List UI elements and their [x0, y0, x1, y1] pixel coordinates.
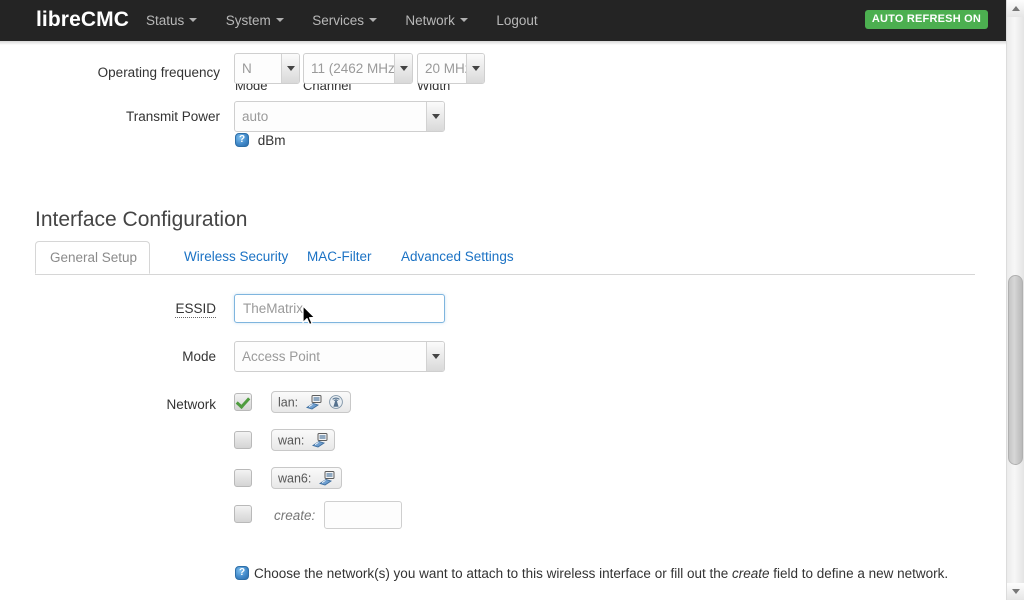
- essid-input[interactable]: TheMatrix: [234, 294, 445, 323]
- network-checkbox-create[interactable]: [234, 505, 252, 523]
- select-value: auto: [242, 109, 269, 124]
- network-checkbox-wan[interactable]: [234, 431, 252, 449]
- tab-advanced-settings[interactable]: Advanced Settings: [387, 241, 528, 274]
- chevron-down-icon: [394, 54, 412, 83]
- top-header-bar: libreCMC Status System Services Network …: [0, 0, 1006, 45]
- tab-general-setup[interactable]: General Setup: [35, 241, 150, 274]
- scrollbar-up-button[interactable]: [1007, 0, 1024, 17]
- chevron-down-icon: [275, 18, 284, 23]
- network-label: Network: [166, 397, 216, 412]
- scrollbar-down-button[interactable]: [1007, 583, 1024, 600]
- main-navigation: Status System Services Network Logout: [146, 11, 538, 33]
- essid-label: ESSID: [0, 300, 216, 318]
- network-badge-wan6[interactable]: wan6:: [271, 467, 342, 489]
- chevron-down-icon: [459, 18, 468, 23]
- brand-logo[interactable]: libreCMC: [36, 6, 129, 34]
- ethernet-icon: [318, 471, 335, 486]
- scrollbar-thumb[interactable]: [1008, 275, 1023, 465]
- hint-emphasis: create: [731, 566, 770, 581]
- essid-abbr: ESSID: [175, 301, 216, 318]
- vertical-scrollbar[interactable]: [1006, 0, 1024, 600]
- tab-wireless-security[interactable]: Wireless Security: [170, 241, 302, 274]
- chevron-down-icon: [426, 102, 444, 131]
- tab-mac-filter[interactable]: MAC-Filter: [293, 241, 386, 274]
- interface-mode-select[interactable]: Access Point: [234, 341, 445, 372]
- nav-label: Status: [146, 13, 185, 28]
- ethernet-icon: [305, 395, 322, 410]
- frequency-width-select[interactable]: 20 MHz: [417, 53, 485, 84]
- frequency-channel-select[interactable]: 11 (2462 MHz): [303, 53, 413, 84]
- auto-refresh-badge[interactable]: AUTO REFRESH ON: [864, 10, 988, 29]
- nav-item-system[interactable]: System: [226, 11, 284, 31]
- transmit-power-label: Transmit Power: [125, 109, 220, 124]
- unit-label: dBm: [257, 133, 286, 148]
- network-checkbox-lan[interactable]: [234, 393, 252, 411]
- help-question-icon[interactable]: [235, 566, 249, 580]
- page-root: libreCMC Status System Services Network …: [0, 0, 1024, 600]
- chevron-down-icon: [189, 18, 198, 23]
- network-badge-wan[interactable]: wan:: [271, 429, 335, 451]
- page-title: Interface Configuration: [35, 208, 248, 231]
- transmit-power-select[interactable]: auto: [234, 101, 445, 132]
- chevron-down-icon: [466, 54, 484, 83]
- chevron-down-icon: [426, 342, 444, 371]
- select-value: N: [242, 61, 252, 76]
- network-badge-label: lan:: [278, 395, 299, 410]
- network-checkbox-wan6[interactable]: [234, 469, 252, 487]
- nav-label: Services: [312, 13, 364, 28]
- nav-label: Network: [405, 13, 455, 28]
- network-badge-label: wan6:: [278, 471, 312, 486]
- create-network-input[interactable]: [324, 501, 402, 529]
- frequency-mode-select[interactable]: N: [234, 53, 300, 84]
- nav-item-services[interactable]: Services: [312, 11, 377, 31]
- interface-mode-label: Mode: [182, 349, 216, 364]
- create-network-label: create:: [274, 508, 316, 523]
- select-value: 20 MHz: [425, 61, 472, 76]
- hint-pre: Choose the network(s) you want to attach…: [254, 566, 732, 581]
- chevron-down-icon: [368, 18, 377, 23]
- tab-bar: General Setup Wireless Security MAC-Filt…: [35, 241, 975, 275]
- nav-item-logout[interactable]: Logout: [496, 11, 537, 31]
- network-hint-text: Choose the network(s) you want to attach…: [235, 565, 975, 583]
- operating-frequency-label: Operating frequency: [97, 65, 220, 80]
- select-value: Access Point: [242, 349, 321, 364]
- hint-post: field to define a new network.: [769, 566, 949, 581]
- chevron-down-icon: [281, 54, 299, 83]
- nav-item-status[interactable]: Status: [146, 11, 198, 31]
- network-badge-label: wan:: [278, 433, 305, 448]
- help-question-icon[interactable]: [235, 133, 249, 147]
- wifi-icon: [328, 395, 344, 410]
- nav-label: System: [225, 13, 271, 28]
- transmit-power-unit-note: dBm: [235, 133, 286, 149]
- nav-item-network[interactable]: Network: [405, 11, 468, 31]
- network-badge-lan[interactable]: lan:: [271, 391, 352, 413]
- main-content: Mode Channel Width Operating frequency N…: [0, 41, 1006, 600]
- ethernet-icon: [311, 433, 328, 448]
- select-value: 11 (2462 MHz): [311, 61, 400, 76]
